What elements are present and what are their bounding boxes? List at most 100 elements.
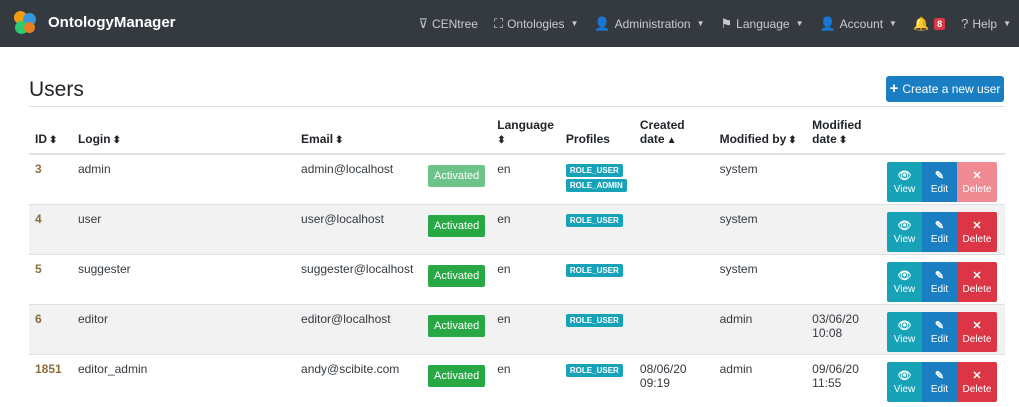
cell-language: en [491,153,560,204]
status-badge[interactable]: Activated [427,214,486,237]
delete-label: Delete [962,233,992,245]
pencil-icon: ✎ [934,369,945,382]
edit-button[interactable]: ✎ Edit [921,361,957,402]
cell-status: Activated [421,203,492,254]
nav-item-account[interactable]: 👤 Account ▼ [819,16,896,32]
status-badge[interactable]: Activated [427,364,486,387]
nav-item-help[interactable]: ? Help ▼ [961,16,1011,31]
header-modified-date[interactable]: Modified date ⬍ [806,108,881,155]
header-login[interactable]: Login ⬍ [71,108,296,155]
role-badge: ROLE_USER [565,263,623,277]
plus-icon: + [889,80,899,97]
view-button[interactable]: 👁 View [886,162,922,202]
edit-button[interactable]: ✎ Edit [921,311,957,352]
role-badge: ROLE_USER [565,164,623,177]
sort-icon: ⬍ [497,135,506,146]
cell-language: en [491,303,560,354]
pencil-icon: ✎ [934,269,945,282]
cell-status: Activated [421,353,492,404]
cell-id[interactable]: 1851 [29,353,72,404]
cell-language: en [491,353,560,404]
table-row: 5 suggester suggester@localhost Activate… [29,253,1005,304]
cell-profiles: ROLE_USER [559,253,634,304]
edit-label: Edit [930,383,949,395]
edit-button[interactable]: ✎ Edit [921,261,957,302]
cell-modified-date: 03/06/20 10:08 [806,303,881,354]
cell-profiles: ROLE_USER [559,353,634,404]
status-badge[interactable]: Activated [427,264,486,287]
cell-created-date [633,153,714,204]
view-button[interactable]: 👁 View [886,311,922,352]
nav-menu: ⊽ CENtree ⛶ Ontologies ▼ 👤 Administration ▼ ⚑ Lan… [418,0,1011,47]
caret-down-icon: ▼ [795,19,804,28]
view-button[interactable]: 👁 View [886,261,922,302]
table-row: 6 editor editor@localhost Activated en R… [29,303,1005,354]
delete-button[interactable]: ✕ Delete [956,162,997,202]
delete-button[interactable]: ✕ Delete [956,261,997,302]
header-id[interactable]: ID ⬍ [29,108,72,155]
cell-id[interactable]: 4 [29,203,72,254]
close-icon: ✕ [972,319,982,332]
cell-actions: 👁 View ✎ Edit ✕ Delete [880,303,1005,354]
cell-modified-date: 09/06/20 11:55 [806,353,881,404]
header-modified-by[interactable]: Modified by ⬍ [713,108,807,155]
cell-actions: 👁 View ✎ Edit ✕ Delete [880,353,1005,404]
nav-item-centree[interactable]: ⊽ CENtree [418,16,478,32]
cell-actions: 👁 View ✎ Edit ✕ Delete [880,253,1005,304]
eye-icon: 👁 [897,170,912,182]
cell-modified-by: admin [713,303,807,354]
cell-email: suggester@localhost [295,253,422,304]
table-row: 4 user user@localhost Activated en ROLE_… [29,203,1005,254]
view-button[interactable]: 👁 View [886,361,922,402]
edit-button[interactable]: ✎ Edit [921,162,957,202]
delete-label: Delete [962,283,992,295]
cell-language: en [491,253,560,304]
view-button[interactable]: 👁 View [886,211,922,252]
app-logo-icon[interactable] [14,11,38,35]
view-label: View [893,333,916,345]
header-created-date[interactable]: Created date ▲ [633,108,714,155]
cell-login: editor_admin [71,353,296,404]
cell-login: admin [71,153,296,204]
nav-item-notifications[interactable]: 🔔 8 [913,16,946,32]
cell-actions: 👁 View ✎ Edit ✕ Delete [880,203,1005,254]
sort-icon: ⬍ [788,135,797,146]
cell-profiles: ROLE_USER [559,303,634,354]
sort-icon: ⬍ [112,135,121,146]
eye-icon: 👁 [897,269,912,282]
status-badge[interactable]: Activated [427,314,486,337]
app-brand[interactable]: OntologyManager [48,14,176,31]
cell-profiles: ROLE_USER ROLE_ADMIN [559,153,634,204]
nav-item-label: Help [972,16,998,31]
delete-button[interactable]: ✕ Delete [956,361,997,402]
nav-item-ontologies[interactable]: ⛶ Ontologies ▼ [494,16,578,32]
cell-status: Activated [421,303,492,354]
eye-icon: 👁 [897,319,912,332]
nav-item-administration[interactable]: 👤 Administration ▼ [594,16,704,32]
flag-icon: ⚑ [720,15,733,31]
cell-id[interactable]: 6 [29,303,72,354]
delete-button[interactable]: ✕ Delete [956,211,997,252]
cell-login: suggester [71,253,296,304]
create-user-button[interactable]: + Create a new user [886,76,1004,102]
cell-modified-by: system [713,203,807,254]
cell-id[interactable]: 5 [29,253,72,304]
page-title: Users [29,78,84,101]
eye-icon: 👁 [897,369,912,382]
cell-login: user [71,203,296,254]
edit-button[interactable]: ✎ Edit [921,211,957,252]
cell-created-date [633,303,714,354]
header-language[interactable]: Language ⬍ [491,108,560,155]
nav-item-label: Administration [614,16,691,31]
sort-icon: ⬍ [335,135,344,146]
status-badge[interactable]: Activated [427,165,486,187]
delete-label: Delete [962,333,992,345]
nav-item-language[interactable]: ⚑ Language ▼ [721,16,804,32]
delete-button[interactable]: ✕ Delete [956,311,997,352]
cell-status: Activated [421,153,492,204]
cell-id[interactable]: 3 [29,153,72,204]
header-email[interactable]: Email ⬍ [295,108,422,155]
edit-label: Edit [930,184,949,195]
title-divider [29,106,1005,107]
role-badge: ROLE_USER [565,213,623,227]
